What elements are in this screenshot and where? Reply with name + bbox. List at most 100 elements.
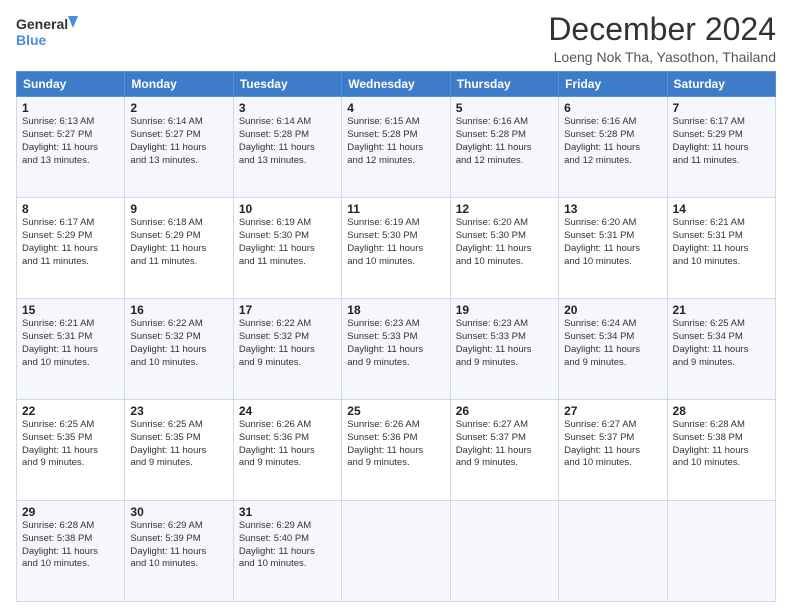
calendar-cell: 8Sunrise: 6:17 AMSunset: 5:29 PMDaylight…	[17, 198, 125, 299]
calendar-cell: 12Sunrise: 6:20 AMSunset: 5:30 PMDayligh…	[450, 198, 558, 299]
day-number: 12	[456, 202, 553, 216]
calendar-week-3: 22Sunrise: 6:25 AMSunset: 5:35 PMDayligh…	[17, 400, 776, 501]
day-header-saturday: Saturday	[667, 72, 775, 97]
day-number: 7	[673, 101, 770, 115]
location: Loeng Nok Tha, Yasothon, Thailand	[548, 49, 776, 65]
day-header-thursday: Thursday	[450, 72, 558, 97]
calendar-cell: 17Sunrise: 6:22 AMSunset: 5:32 PMDayligh…	[233, 299, 341, 400]
day-info: Sunrise: 6:20 AMSunset: 5:30 PMDaylight:…	[456, 217, 553, 268]
calendar-cell: 5Sunrise: 6:16 AMSunset: 5:28 PMDaylight…	[450, 97, 558, 198]
day-info: Sunrise: 6:16 AMSunset: 5:28 PMDaylight:…	[456, 116, 553, 167]
calendar-cell: 10Sunrise: 6:19 AMSunset: 5:30 PMDayligh…	[233, 198, 341, 299]
day-number: 31	[239, 505, 336, 519]
day-info: Sunrise: 6:19 AMSunset: 5:30 PMDaylight:…	[239, 217, 336, 268]
day-number: 25	[347, 404, 444, 418]
calendar-cell: 30Sunrise: 6:29 AMSunset: 5:39 PMDayligh…	[125, 501, 233, 602]
day-number: 1	[22, 101, 119, 115]
day-info: Sunrise: 6:25 AMSunset: 5:34 PMDaylight:…	[673, 318, 770, 369]
day-info: Sunrise: 6:19 AMSunset: 5:30 PMDaylight:…	[347, 217, 444, 268]
svg-text:Blue: Blue	[16, 32, 47, 48]
day-number: 2	[130, 101, 227, 115]
day-info: Sunrise: 6:28 AMSunset: 5:38 PMDaylight:…	[22, 520, 119, 571]
day-number: 10	[239, 202, 336, 216]
calendar-cell: 6Sunrise: 6:16 AMSunset: 5:28 PMDaylight…	[559, 97, 667, 198]
day-header-monday: Monday	[125, 72, 233, 97]
month-title: December 2024	[548, 12, 776, 47]
day-info: Sunrise: 6:15 AMSunset: 5:28 PMDaylight:…	[347, 116, 444, 167]
calendar-cell: 7Sunrise: 6:17 AMSunset: 5:29 PMDaylight…	[667, 97, 775, 198]
day-number: 20	[564, 303, 661, 317]
calendar-cell: 19Sunrise: 6:23 AMSunset: 5:33 PMDayligh…	[450, 299, 558, 400]
calendar-cell: 31Sunrise: 6:29 AMSunset: 5:40 PMDayligh…	[233, 501, 341, 602]
calendar-cell: 28Sunrise: 6:28 AMSunset: 5:38 PMDayligh…	[667, 400, 775, 501]
day-number: 22	[22, 404, 119, 418]
day-number: 29	[22, 505, 119, 519]
day-number: 17	[239, 303, 336, 317]
day-info: Sunrise: 6:18 AMSunset: 5:29 PMDaylight:…	[130, 217, 227, 268]
calendar-cell: 13Sunrise: 6:20 AMSunset: 5:31 PMDayligh…	[559, 198, 667, 299]
calendar-cell: 14Sunrise: 6:21 AMSunset: 5:31 PMDayligh…	[667, 198, 775, 299]
day-header-wednesday: Wednesday	[342, 72, 450, 97]
calendar-cell: 27Sunrise: 6:27 AMSunset: 5:37 PMDayligh…	[559, 400, 667, 501]
calendar-table: SundayMondayTuesdayWednesdayThursdayFrid…	[16, 71, 776, 602]
calendar-cell	[667, 501, 775, 602]
calendar-week-0: 1Sunrise: 6:13 AMSunset: 5:27 PMDaylight…	[17, 97, 776, 198]
calendar-week-2: 15Sunrise: 6:21 AMSunset: 5:31 PMDayligh…	[17, 299, 776, 400]
calendar-cell: 2Sunrise: 6:14 AMSunset: 5:27 PMDaylight…	[125, 97, 233, 198]
calendar-cell: 18Sunrise: 6:23 AMSunset: 5:33 PMDayligh…	[342, 299, 450, 400]
calendar-cell: 9Sunrise: 6:18 AMSunset: 5:29 PMDaylight…	[125, 198, 233, 299]
day-number: 30	[130, 505, 227, 519]
calendar-cell: 4Sunrise: 6:15 AMSunset: 5:28 PMDaylight…	[342, 97, 450, 198]
day-number: 13	[564, 202, 661, 216]
calendar-cell: 23Sunrise: 6:25 AMSunset: 5:35 PMDayligh…	[125, 400, 233, 501]
day-number: 6	[564, 101, 661, 115]
calendar-cell: 20Sunrise: 6:24 AMSunset: 5:34 PMDayligh…	[559, 299, 667, 400]
day-number: 23	[130, 404, 227, 418]
day-number: 21	[673, 303, 770, 317]
day-number: 9	[130, 202, 227, 216]
day-info: Sunrise: 6:29 AMSunset: 5:40 PMDaylight:…	[239, 520, 336, 571]
calendar-cell: 1Sunrise: 6:13 AMSunset: 5:27 PMDaylight…	[17, 97, 125, 198]
calendar-cell	[450, 501, 558, 602]
day-header-friday: Friday	[559, 72, 667, 97]
page: GeneralBlue December 2024 Loeng Nok Tha,…	[0, 0, 792, 612]
logo: GeneralBlue	[16, 12, 86, 54]
calendar-cell: 21Sunrise: 6:25 AMSunset: 5:34 PMDayligh…	[667, 299, 775, 400]
day-info: Sunrise: 6:14 AMSunset: 5:28 PMDaylight:…	[239, 116, 336, 167]
day-info: Sunrise: 6:14 AMSunset: 5:27 PMDaylight:…	[130, 116, 227, 167]
day-info: Sunrise: 6:23 AMSunset: 5:33 PMDaylight:…	[456, 318, 553, 369]
day-number: 5	[456, 101, 553, 115]
day-number: 14	[673, 202, 770, 216]
day-info: Sunrise: 6:25 AMSunset: 5:35 PMDaylight:…	[22, 419, 119, 470]
calendar-cell: 16Sunrise: 6:22 AMSunset: 5:32 PMDayligh…	[125, 299, 233, 400]
day-number: 24	[239, 404, 336, 418]
calendar-cell: 29Sunrise: 6:28 AMSunset: 5:38 PMDayligh…	[17, 501, 125, 602]
svg-text:General: General	[16, 16, 68, 32]
day-info: Sunrise: 6:26 AMSunset: 5:36 PMDaylight:…	[347, 419, 444, 470]
calendar-week-1: 8Sunrise: 6:17 AMSunset: 5:29 PMDaylight…	[17, 198, 776, 299]
day-number: 11	[347, 202, 444, 216]
day-number: 27	[564, 404, 661, 418]
day-info: Sunrise: 6:23 AMSunset: 5:33 PMDaylight:…	[347, 318, 444, 369]
day-number: 19	[456, 303, 553, 317]
day-number: 28	[673, 404, 770, 418]
day-info: Sunrise: 6:16 AMSunset: 5:28 PMDaylight:…	[564, 116, 661, 167]
day-info: Sunrise: 6:17 AMSunset: 5:29 PMDaylight:…	[673, 116, 770, 167]
calendar-cell	[559, 501, 667, 602]
day-info: Sunrise: 6:29 AMSunset: 5:39 PMDaylight:…	[130, 520, 227, 571]
title-section: December 2024 Loeng Nok Tha, Yasothon, T…	[548, 12, 776, 65]
day-info: Sunrise: 6:17 AMSunset: 5:29 PMDaylight:…	[22, 217, 119, 268]
day-header-tuesday: Tuesday	[233, 72, 341, 97]
day-number: 4	[347, 101, 444, 115]
day-info: Sunrise: 6:22 AMSunset: 5:32 PMDaylight:…	[130, 318, 227, 369]
day-info: Sunrise: 6:24 AMSunset: 5:34 PMDaylight:…	[564, 318, 661, 369]
day-number: 3	[239, 101, 336, 115]
day-info: Sunrise: 6:21 AMSunset: 5:31 PMDaylight:…	[673, 217, 770, 268]
day-info: Sunrise: 6:26 AMSunset: 5:36 PMDaylight:…	[239, 419, 336, 470]
header: GeneralBlue December 2024 Loeng Nok Tha,…	[16, 12, 776, 65]
calendar-cell: 26Sunrise: 6:27 AMSunset: 5:37 PMDayligh…	[450, 400, 558, 501]
day-header-sunday: Sunday	[17, 72, 125, 97]
day-number: 18	[347, 303, 444, 317]
calendar-cell: 24Sunrise: 6:26 AMSunset: 5:36 PMDayligh…	[233, 400, 341, 501]
day-number: 15	[22, 303, 119, 317]
